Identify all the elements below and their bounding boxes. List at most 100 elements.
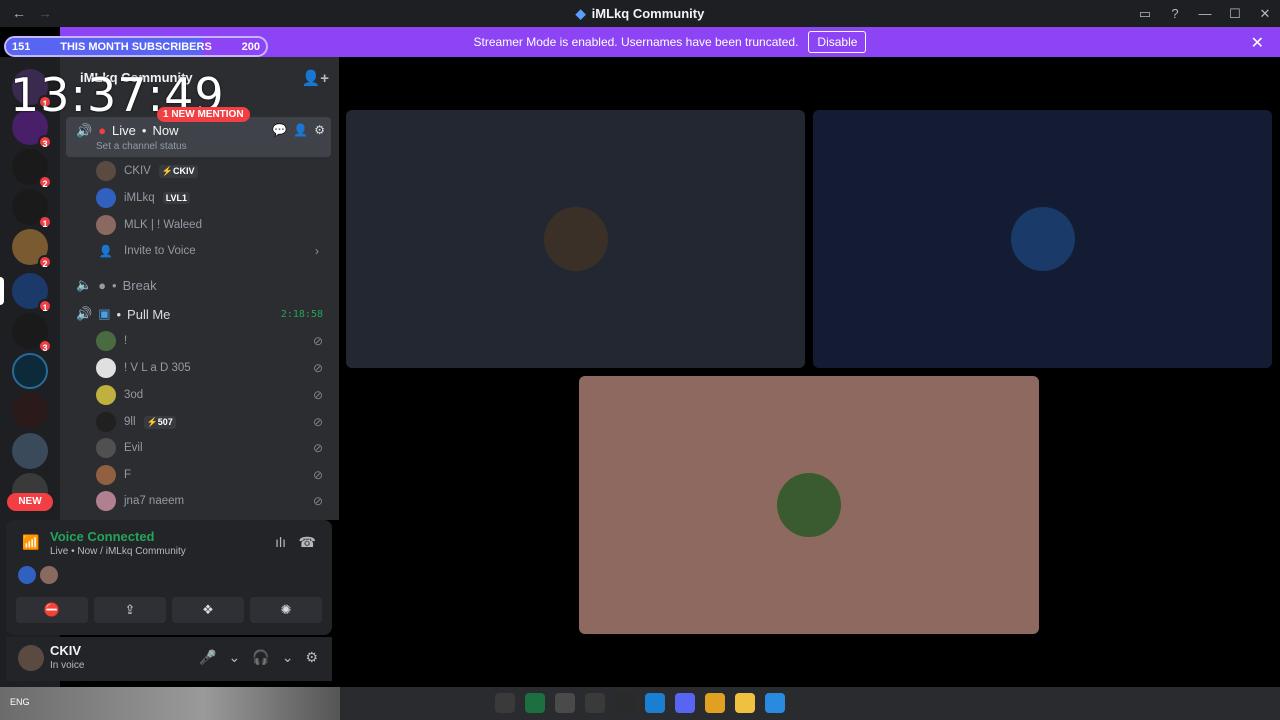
camera-off-button[interactable]: ⛔ — [16, 597, 88, 623]
edge-icon[interactable] — [645, 693, 665, 713]
voice-user[interactable]: 9ll ⚡507 ⊘ — [96, 409, 331, 435]
user-panel-name[interactable]: CKIV — [50, 643, 81, 658]
microphone-icon[interactable]: 🎤 — [199, 649, 216, 666]
invite-people-icon[interactable]: 👤+ — [302, 69, 329, 87]
separator-dot: • — [141, 123, 147, 138]
voice-user[interactable]: ! ⊘ — [96, 328, 331, 354]
window-title: ◆ iMLkq Community — [576, 6, 705, 22]
voice-user[interactable]: ! V L a D 305 ⊘ — [96, 355, 331, 381]
invite-icon[interactable]: 👤 — [293, 123, 308, 137]
help-icon[interactable]: ? — [1160, 6, 1190, 21]
server-icon-7[interactable]: 3 — [12, 313, 52, 353]
voice-action-buttons: ⛔ ⇪ ❖ ✺ — [16, 597, 322, 623]
maximize-button[interactable]: ☐ — [1220, 6, 1250, 22]
user-controls: 🎤 ⌄ 🎧 ⌄ ⚙ — [199, 649, 318, 666]
deafened-icon: ⊘ — [312, 494, 323, 508]
avatar — [96, 161, 116, 181]
avatar — [96, 412, 116, 432]
chevron-down-icon[interactable]: ⌄ — [229, 649, 241, 666]
voice-user[interactable]: iMLkq LVL1 — [96, 185, 331, 211]
close-banner-icon[interactable]: ✕ — [1251, 33, 1264, 53]
app-icon[interactable] — [495, 693, 515, 713]
chat-icon[interactable]: 💬 — [272, 123, 287, 137]
gear-icon[interactable]: ⚙ — [305, 649, 318, 666]
deafened-icon: ⊘ — [312, 361, 323, 375]
subscribers-current: 151 — [12, 40, 31, 53]
voice-connected-title[interactable]: Voice Connected — [50, 529, 155, 544]
channel-live-sub: Now — [152, 123, 179, 138]
speaker-icon: 🔈 — [76, 277, 93, 292]
back-button[interactable]: ← — [12, 5, 26, 21]
gear-icon[interactable]: ⚙ — [314, 123, 325, 137]
new-mention-pill[interactable]: 1 NEW MENTION — [157, 107, 250, 122]
app-icon[interactable] — [615, 693, 635, 713]
server-icon-4[interactable]: 1 — [12, 189, 52, 229]
separator-dot: • — [112, 277, 117, 293]
folder-icon[interactable] — [735, 693, 755, 713]
deafened-icon: ⊘ — [312, 415, 323, 429]
system-tray: ENG — [10, 697, 30, 707]
subscribers-goal: 200 — [241, 40, 260, 53]
app-icon[interactable] — [585, 693, 605, 713]
voice-user[interactable]: 3od ⊘ — [96, 382, 331, 408]
user-tag: ⚡CKIV — [158, 164, 198, 178]
video-tile[interactable] — [813, 110, 1272, 368]
headphones-icon[interactable]: 🎧 — [252, 649, 269, 666]
excel-icon[interactable] — [525, 693, 545, 713]
disconnect-icon[interactable]: ☎ — [299, 534, 316, 551]
server-icon-9[interactable] — [12, 393, 48, 429]
new-server-badge[interactable]: NEW — [7, 493, 53, 511]
window-controls: ▭ ? — ☐ ✕ — [1130, 0, 1280, 27]
discord-icon[interactable] — [675, 693, 695, 713]
forward-button[interactable]: → — [38, 5, 52, 21]
language-indicator[interactable]: ENG — [10, 697, 30, 707]
avatar[interactable] — [18, 645, 44, 671]
avatar[interactable] — [40, 566, 58, 584]
voice-connected-subtitle[interactable]: Live • Now / iMLkq Community — [50, 546, 186, 557]
server-icon-8[interactable] — [12, 353, 48, 389]
voice-user[interactable]: Evil ⊘ — [96, 435, 331, 461]
inbox-icon[interactable]: ▭ — [1130, 6, 1160, 22]
close-window-button[interactable]: ✕ — [1250, 6, 1280, 22]
user-name: F — [124, 469, 132, 481]
avatar — [96, 465, 116, 485]
signal-icon[interactable]: 📶 — [22, 534, 39, 551]
server-icon-3[interactable]: 2 — [12, 149, 52, 189]
video-tile[interactable] — [579, 376, 1039, 634]
user-panel: CKIV In voice 🎤 ⌄ 🎧 ⌄ ⚙ — [6, 637, 332, 681]
voice-user[interactable]: jna7 naeem ⊘ — [96, 488, 331, 514]
avatar[interactable] — [18, 566, 36, 584]
windows-icon[interactable] — [765, 693, 785, 713]
server-badge: 3 — [38, 339, 52, 353]
chrome-icon[interactable] — [705, 693, 725, 713]
activities-button[interactable]: ❖ — [172, 597, 244, 623]
noise-suppression-icon[interactable]: ılı — [275, 534, 286, 550]
server-icon-current[interactable]: 1 — [12, 273, 52, 313]
channel-live[interactable]: 🔊 ● Live • Now Set a channel status 💬 👤 … — [66, 117, 331, 157]
voice-user[interactable]: CKIV ⚡CKIV — [96, 158, 331, 184]
video-tile[interactable] — [346, 110, 805, 368]
voice-user[interactable]: MLK | ! Waleed — [96, 212, 331, 238]
avatar — [96, 215, 116, 235]
voice-user[interactable]: F ⊘ — [96, 462, 331, 488]
user-panel-status: In voice — [50, 660, 85, 671]
invite-to-voice[interactable]: 👤 Invite to Voice › — [96, 238, 331, 264]
minimize-button[interactable]: — — [1190, 6, 1220, 21]
avatar — [1010, 207, 1075, 271]
channel-pull-me[interactable]: 🔊 ▣ • Pull Me 2:18:58 — [66, 299, 331, 329]
streamer-mode-text: Streamer Mode is enabled. Usernames have… — [473, 35, 799, 49]
channel-break[interactable]: 🔈 ● • Break — [66, 270, 331, 300]
channel-pull-name: Pull Me — [127, 306, 171, 322]
channel-status[interactable]: Set a channel status — [96, 141, 187, 152]
server-icon-10[interactable] — [12, 433, 48, 469]
speaker-active-icon: 🔊 — [76, 306, 93, 321]
subscribers-goal-bar: 151 THIS MONTH SUBSCRIBERS 200 — [4, 36, 268, 57]
app-icon[interactable] — [555, 693, 575, 713]
title-bar: ← → ◆ iMLkq Community ▭ ? — ☐ ✕ — [0, 0, 1280, 27]
voice-connected-panel: 📶 Voice Connected Live • Now / iMLkq Com… — [6, 520, 332, 635]
disable-streamer-button[interactable]: Disable — [808, 31, 867, 53]
chevron-down-icon[interactable]: ⌄ — [282, 649, 294, 666]
soundboard-button[interactable]: ✺ — [250, 597, 322, 623]
screen-share-button[interactable]: ⇪ — [94, 597, 166, 623]
server-icon-5[interactable]: 2 — [12, 229, 52, 269]
